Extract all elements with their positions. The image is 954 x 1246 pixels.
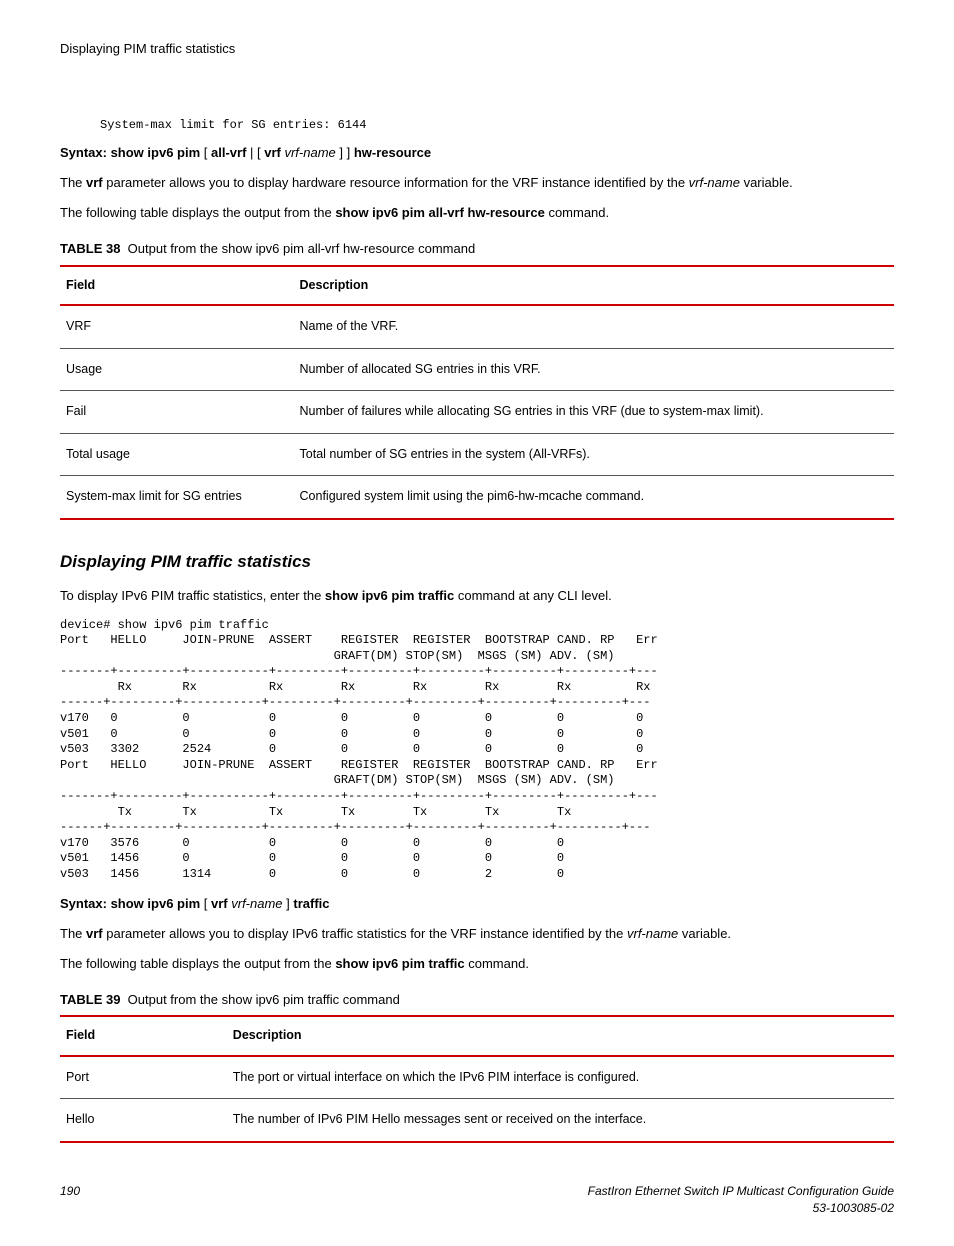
para2b: show ipv6 pim all-vrf hw-resource (335, 205, 545, 220)
para-table39-intro: The following table displays the output … (60, 955, 894, 973)
syntax2-prefix: Syntax: show ipv6 pim (60, 896, 200, 911)
t38r4f: System-max limit for SG entries (60, 476, 294, 519)
para1e: variable. (740, 175, 793, 190)
para4b: vrf (86, 926, 103, 941)
para5a: The following table displays the output … (60, 956, 335, 971)
para4c: parameter allows you to display IPv6 tra… (103, 926, 627, 941)
para4d: vrf-name (627, 926, 678, 941)
t38r1f: Usage (60, 348, 294, 391)
t38r3d: Total number of SG entries in the system… (294, 433, 894, 476)
t39r1d: The number of IPv6 PIM Hello messages se… (227, 1099, 894, 1142)
syntax1-hw: hw-resource (354, 145, 431, 160)
para1d: vrf-name (689, 175, 740, 190)
para-traffic-intro: To display IPv6 PIM traffic statistics, … (60, 587, 894, 605)
table-row: PortThe port or virtual interface on whi… (60, 1056, 894, 1099)
syntax-line-1: Syntax: show ipv6 pim [ all-vrf | [ vrf … (60, 144, 894, 162)
page-number: 190 (60, 1183, 80, 1217)
syntax1-prefix: Syntax: show ipv6 pim (60, 145, 200, 160)
para2a: The following table displays the output … (60, 205, 335, 220)
t39r0d: The port or virtual interface on which t… (227, 1056, 894, 1099)
para-vrf-desc-2: The vrf parameter allows you to display … (60, 925, 894, 943)
table39: Field Description PortThe port or virtua… (60, 1015, 894, 1143)
table39-title: Output from the show ipv6 pim traffic co… (128, 992, 400, 1007)
syntax1-allvrf: all-vrf (211, 145, 246, 160)
table-row: Total usageTotal number of SG entries in… (60, 433, 894, 476)
table39-h2: Description (227, 1016, 894, 1056)
table-row: System-max limit for SG entriesConfigure… (60, 476, 894, 519)
table39-h1: Field (60, 1016, 227, 1056)
syntax2-open: [ (200, 896, 211, 911)
footer-right: FastIron Ethernet Switch IP Multicast Co… (588, 1183, 894, 1217)
syntax2-close: ] (283, 896, 294, 911)
table38: Field Description VRFName of the VRF. Us… (60, 265, 894, 520)
t39r0f: Port (60, 1056, 227, 1099)
syntax2-traffic: traffic (293, 896, 329, 911)
t38r4d: Configured system limit using the pim6-h… (294, 476, 894, 519)
syntax-line-2: Syntax: show ipv6 pim [ vrf vrf-name ] t… (60, 895, 894, 913)
syntax2-vrfname: vrf-name (228, 896, 283, 911)
para1c: parameter allows you to display hardware… (103, 175, 689, 190)
page-footer: 190 FastIron Ethernet Switch IP Multicas… (60, 1183, 894, 1217)
t38r2f: Fail (60, 391, 294, 434)
syntax1-vrf: vrf (264, 145, 281, 160)
t38r3f: Total usage (60, 433, 294, 476)
para5b: show ipv6 pim traffic (335, 956, 464, 971)
syntax1-vrfname: vrf-name (281, 145, 336, 160)
para-table38-intro: The following table displays the output … (60, 204, 894, 222)
t39r1f: Hello (60, 1099, 227, 1142)
table-row: FailNumber of failures while allocating … (60, 391, 894, 434)
table38-title: Output from the show ipv6 pim all-vrf hw… (128, 241, 476, 256)
table38-label: TABLE 38 (60, 241, 120, 256)
code-traffic-output: device# show ipv6 pim traffic Port HELLO… (60, 618, 894, 883)
para1a: The (60, 175, 86, 190)
table-row: VRFName of the VRF. (60, 305, 894, 348)
table39-label: TABLE 39 (60, 992, 120, 1007)
para1b: vrf (86, 175, 103, 190)
para3c: command at any CLI level. (454, 588, 612, 603)
table-row: UsageNumber of allocated SG entries in t… (60, 348, 894, 391)
para5c: command. (465, 956, 529, 971)
syntax2-vrf: vrf (211, 896, 228, 911)
footer-doc-id: 53-1003085-02 (588, 1200, 894, 1217)
syntax1-open: [ (200, 145, 211, 160)
para3a: To display IPv6 PIM traffic statistics, … (60, 588, 325, 603)
t38r2d: Number of failures while allocating SG e… (294, 391, 894, 434)
table38-h2: Description (294, 266, 894, 306)
t38r0f: VRF (60, 305, 294, 348)
footer-doc-title: FastIron Ethernet Switch IP Multicast Co… (588, 1183, 894, 1200)
table-row: HelloThe number of IPv6 PIM Hello messag… (60, 1099, 894, 1142)
section-heading-traffic: Displaying PIM traffic statistics (60, 550, 894, 574)
para4a: The (60, 926, 86, 941)
table38-caption: TABLE 38 Output from the show ipv6 pim a… (60, 240, 894, 258)
page-header-title: Displaying PIM traffic statistics (60, 40, 894, 58)
t38r1d: Number of allocated SG entries in this V… (294, 348, 894, 391)
code-sysmax: System-max limit for SG entries: 6144 (100, 118, 894, 134)
para4e: variable. (678, 926, 731, 941)
para2c: command. (545, 205, 609, 220)
syntax1-close: ] ] (336, 145, 354, 160)
para-vrf-desc-1: The vrf parameter allows you to display … (60, 174, 894, 192)
table38-h1: Field (60, 266, 294, 306)
para3b: show ipv6 pim traffic (325, 588, 454, 603)
t38r0d: Name of the VRF. (294, 305, 894, 348)
syntax1-pipe: | [ (246, 145, 264, 160)
table39-caption: TABLE 39 Output from the show ipv6 pim t… (60, 991, 894, 1009)
